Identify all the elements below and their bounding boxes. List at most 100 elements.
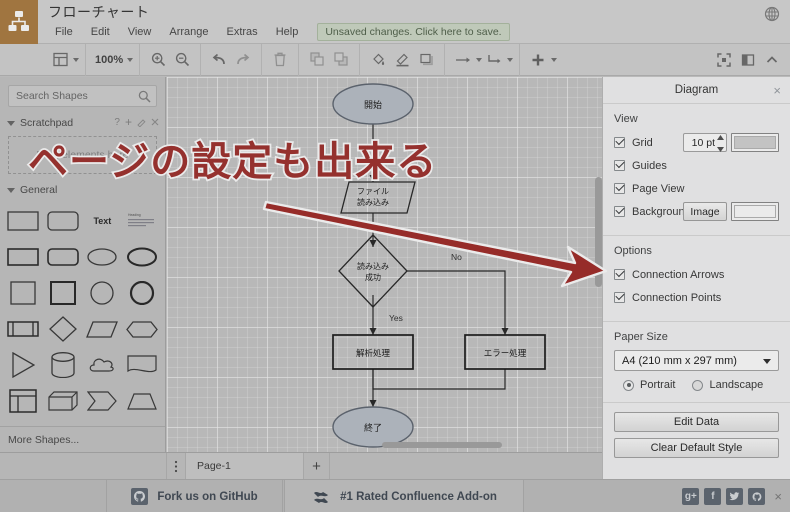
help-icon[interactable]: ? xyxy=(114,117,120,128)
connection-arrows-checkbox[interactable] xyxy=(614,269,625,280)
format-panel-icon[interactable] xyxy=(736,48,760,72)
menu-edit[interactable]: Edit xyxy=(82,24,119,40)
menu-extras[interactable]: Extras xyxy=(218,24,267,40)
twitter-icon[interactable] xyxy=(726,488,744,505)
to-back-icon[interactable] xyxy=(329,48,353,72)
shape-cylinder[interactable] xyxy=(44,350,82,380)
add-page-button[interactable]: + xyxy=(304,453,330,479)
unsaved-changes-notice[interactable]: Unsaved changes. Click here to save. xyxy=(317,23,510,41)
facebook-icon[interactable]: f xyxy=(704,488,722,505)
github-icon-footer[interactable] xyxy=(748,488,766,505)
background-color-swatch[interactable] xyxy=(731,202,779,221)
menu-help[interactable]: Help xyxy=(267,24,308,40)
undo-icon[interactable] xyxy=(207,48,231,72)
grid-size-arrows[interactable] xyxy=(716,135,725,152)
clear-default-style-button[interactable]: Clear Default Style xyxy=(614,438,779,458)
fullscreen-icon[interactable] xyxy=(712,48,736,72)
page-menu-button[interactable] xyxy=(167,453,186,479)
shape-textbox[interactable]: Heading xyxy=(123,206,161,236)
menu-view[interactable]: View xyxy=(119,24,161,40)
page-view-checkbox[interactable] xyxy=(614,183,625,194)
options-section: Options Connection Arrows Connection Poi… xyxy=(603,236,790,322)
edit-icon[interactable] xyxy=(137,118,146,127)
ad-github[interactable]: Fork us on GitHub xyxy=(106,480,283,512)
portrait-radio[interactable]: Portrait xyxy=(623,379,675,391)
grid-color-swatch[interactable] xyxy=(731,133,779,152)
shape-diamond[interactable] xyxy=(44,314,82,344)
menu-arrange[interactable]: Arrange xyxy=(160,24,217,40)
to-front-icon[interactable] xyxy=(305,48,329,72)
shape-rectangle-filled[interactable] xyxy=(4,242,42,272)
shape-trapezoid[interactable] xyxy=(123,386,161,416)
insert-caret[interactable] xyxy=(551,57,558,62)
redo-icon[interactable] xyxy=(231,48,255,72)
shape-palette: Text Heading xyxy=(0,200,165,452)
stepper-up-icon[interactable] xyxy=(717,135,724,140)
close-icon[interactable] xyxy=(151,118,159,126)
background-checkbox[interactable] xyxy=(614,206,625,217)
shape-rectangle[interactable] xyxy=(4,206,42,236)
view-dropdown-caret[interactable] xyxy=(73,57,79,62)
shape-text[interactable]: Text xyxy=(84,206,122,236)
shape-table[interactable] xyxy=(4,386,42,416)
more-shapes-button[interactable]: More Shapes... xyxy=(0,426,165,452)
waypoint-style-caret[interactable] xyxy=(507,57,514,62)
canvas-horizontal-scrollbar[interactable] xyxy=(382,442,502,448)
collapse-icon[interactable] xyxy=(760,48,784,72)
shape-square-bold[interactable] xyxy=(44,278,82,308)
shape-cube[interactable] xyxy=(44,386,82,416)
page-tab-page-1[interactable]: Page-1 xyxy=(186,453,304,479)
canvas-vertical-scrollbar-thumb[interactable] xyxy=(595,177,602,287)
shape-circle-bold[interactable] xyxy=(123,278,161,308)
line-color-icon[interactable] xyxy=(390,48,414,72)
shape-document[interactable] xyxy=(123,350,161,380)
page-tab-bar: Page-1 + xyxy=(0,452,602,479)
grid-checkbox[interactable] xyxy=(614,137,625,148)
edit-data-button[interactable]: Edit Data xyxy=(614,412,779,432)
fill-color-icon[interactable] xyxy=(366,48,390,72)
globe-icon[interactable] xyxy=(764,6,780,22)
shape-hexagon[interactable] xyxy=(123,314,161,344)
zoom-out-icon[interactable] xyxy=(170,48,194,72)
footer-close-icon[interactable]: × xyxy=(774,489,782,504)
shape-rounded-filled[interactable] xyxy=(44,242,82,272)
canvas-vertical-scrollbar-track[interactable] xyxy=(595,77,602,452)
chevron-down-icon xyxy=(7,120,15,126)
zoom-level-label[interactable]: 100% xyxy=(92,54,126,66)
grid-size-stepper[interactable]: 10 pt xyxy=(683,133,727,152)
shape-ellipse[interactable] xyxy=(84,242,122,272)
google-plus-icon[interactable]: g+ xyxy=(682,488,700,505)
add-icon[interactable]: + xyxy=(125,115,132,129)
grid-label: Grid xyxy=(632,136,653,149)
add-page-label: + xyxy=(312,457,321,475)
menu-file[interactable]: File xyxy=(46,24,82,40)
paper-size-select[interactable]: A4 (210 mm x 297 mm) xyxy=(614,350,779,371)
zoom-in-icon[interactable] xyxy=(146,48,170,72)
shape-chevron-arrow[interactable] xyxy=(84,386,122,416)
connection-points-checkbox[interactable] xyxy=(614,292,625,303)
shape-rounded-rectangle[interactable] xyxy=(44,206,82,236)
shape-cloud[interactable] xyxy=(84,350,122,380)
ad-confluence[interactable]: #1 Rated Confluence Add-on xyxy=(284,480,524,512)
shape-circle[interactable] xyxy=(84,278,122,308)
view-layers-icon[interactable] xyxy=(48,48,72,72)
shape-ellipse-bold[interactable] xyxy=(123,242,161,272)
waypoint-style-icon[interactable] xyxy=(482,48,506,72)
search-input[interactable] xyxy=(9,86,156,106)
guides-checkbox[interactable] xyxy=(614,160,625,171)
background-image-button[interactable]: Image xyxy=(683,202,727,221)
shape-process[interactable] xyxy=(4,314,42,344)
shadow-icon[interactable] xyxy=(414,48,438,72)
shape-square[interactable] xyxy=(4,278,42,308)
shape-parallelogram[interactable] xyxy=(84,314,122,344)
landscape-radio[interactable]: Landscape xyxy=(692,379,763,391)
close-icon[interactable]: × xyxy=(773,83,781,98)
arrow-style-icon[interactable] xyxy=(451,48,475,72)
shape-triangle[interactable] xyxy=(4,350,42,380)
stepper-down-icon[interactable] xyxy=(717,147,724,152)
delete-icon[interactable] xyxy=(268,48,292,72)
zoom-dropdown-caret[interactable] xyxy=(127,57,134,62)
background-image-label: Image xyxy=(690,205,720,218)
insert-icon[interactable] xyxy=(526,48,550,72)
search-shapes-field[interactable] xyxy=(8,85,157,107)
